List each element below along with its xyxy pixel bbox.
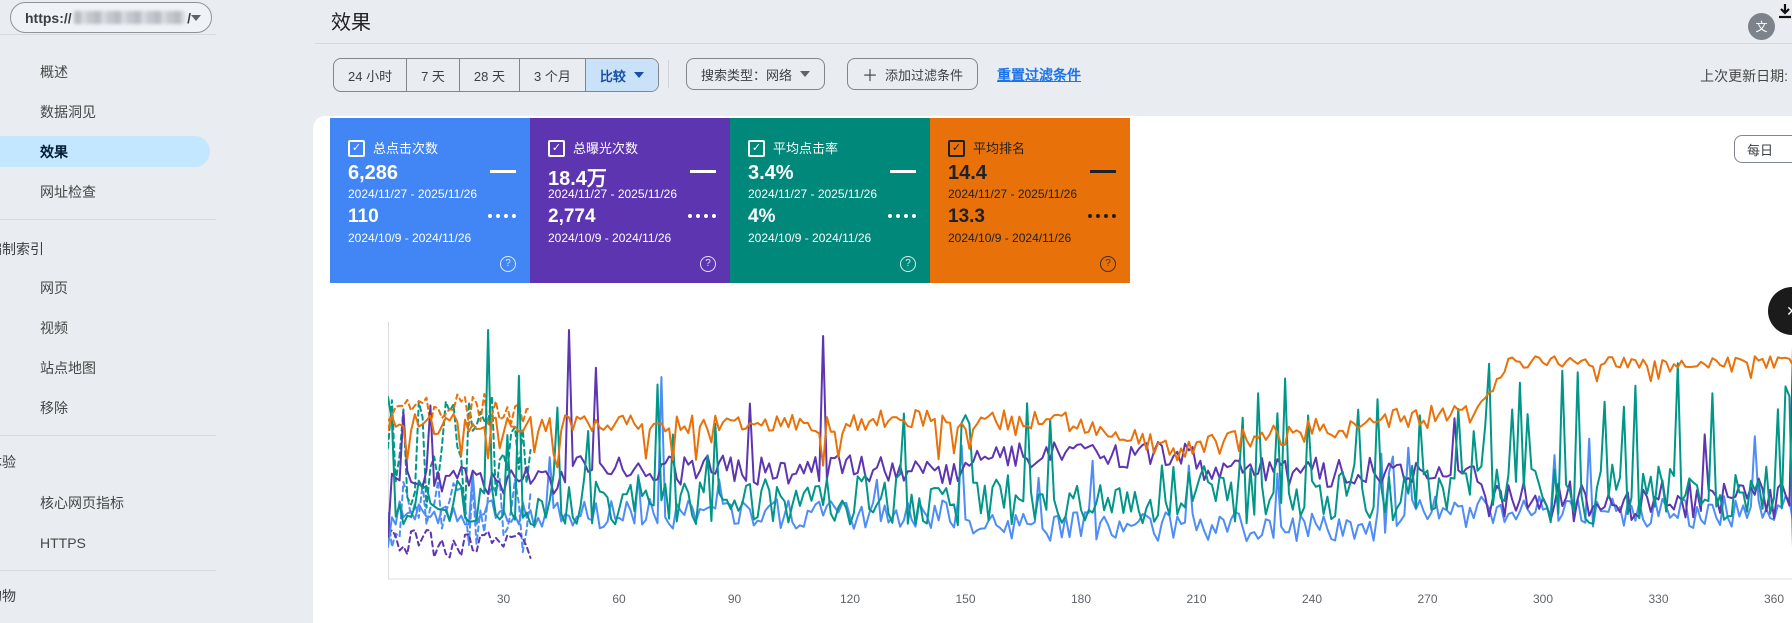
card-period-previous: 2024/10/9 - 2024/11/26: [548, 231, 671, 245]
card-period-previous: 2024/10/9 - 2024/11/26: [748, 231, 871, 245]
chevron-down-icon: [800, 71, 810, 77]
property-url-prefix: https://: [25, 10, 72, 26]
date-range-group: 24 小时 7 天 28 天 3 个月 比较: [333, 58, 659, 92]
chevron-down-icon: [191, 15, 201, 21]
card-value-current: 3.4%: [748, 162, 794, 185]
sidebar-divider: [0, 570, 216, 571]
checkbox-checked-icon[interactable]: ✓: [948, 140, 965, 157]
range-7d-button[interactable]: 7 天: [406, 59, 459, 91]
dotted-line-legend-icon: [888, 214, 916, 218]
header-divider: [315, 43, 1792, 44]
chevron-down-icon: [634, 72, 644, 78]
card-value-previous: 110: [348, 206, 379, 228]
x-axis-tick-label: 30: [497, 592, 510, 606]
range-28d-button[interactable]: 28 天: [459, 59, 519, 91]
card-value-previous: 4%: [748, 206, 775, 228]
sidebar-item-pages[interactable]: 网页: [40, 278, 68, 298]
checkbox-checked-icon[interactable]: ✓: [748, 140, 765, 157]
solid-line-legend-icon: [490, 170, 516, 173]
card-label: 总点击次数: [373, 140, 438, 157]
sidebar-item-url-inspection[interactable]: 网址检查: [40, 182, 96, 202]
x-axis-tick-label: 240: [1302, 592, 1322, 606]
sidebar-item-sitemaps[interactable]: 站点地图: [40, 358, 96, 378]
sidebar-section-shopping: 购物: [0, 586, 16, 606]
checkbox-checked-icon[interactable]: ✓: [548, 140, 565, 157]
x-axis-tick-label: 120: [840, 592, 860, 606]
sidebar-item-performance[interactable]: 效果: [40, 142, 68, 162]
translate-icon[interactable]: 文: [1748, 13, 1775, 40]
range-24h-button[interactable]: 24 小时: [334, 59, 406, 91]
x-axis-tick-label: 300: [1533, 592, 1553, 606]
x-axis-tick-label: 60: [612, 592, 625, 606]
checkbox-checked-icon[interactable]: ✓: [348, 140, 365, 157]
x-axis-tick-label: 150: [955, 592, 975, 606]
property-url-redacted: [74, 11, 185, 24]
card-value-previous: 13.3: [948, 206, 985, 228]
help-icon[interactable]: ?: [700, 256, 716, 272]
dotted-line-legend-icon: [488, 214, 516, 218]
sidebar-section-indexing: 编制索引: [0, 239, 44, 259]
card-average-ctr[interactable]: ✓ 平均点击率 3.4% 2024/11/27 - 2025/11/26 4% …: [730, 118, 930, 283]
granularity-daily-button[interactable]: 每日: [1734, 135, 1792, 163]
property-selector[interactable]: https:///: [10, 2, 212, 33]
dotted-line-legend-icon: [1088, 214, 1116, 218]
plus-icon: ＋: [862, 62, 878, 86]
card-average-position[interactable]: ✓ 平均排名 14.4 2024/11/27 - 2025/11/26 13.3…: [930, 118, 1130, 283]
x-axis-tick-label: 180: [1071, 592, 1091, 606]
sidebar-item-overview[interactable]: 概述: [40, 62, 68, 82]
search-type-button[interactable]: 搜索类型：网络: [686, 58, 825, 90]
sidebar-divider: [0, 34, 216, 35]
range-3m-button[interactable]: 3 个月: [519, 59, 585, 91]
sidebar-item-removals[interactable]: 移除: [40, 398, 68, 418]
card-period-current: 2024/11/27 - 2025/11/26: [948, 187, 1077, 201]
sidebar-item-insights[interactable]: 数据洞见: [40, 102, 96, 122]
card-total-clicks[interactable]: ✓ 总点击次数 6,286 2024/11/27 - 2025/11/26 11…: [330, 118, 530, 283]
card-label: 平均点击率: [773, 140, 838, 157]
help-icon[interactable]: ?: [500, 256, 516, 272]
x-axis-tick-labels: 30 60 90 120 150 180 210 240 270 300 330 360: [388, 592, 1792, 610]
performance-chart: [388, 322, 1792, 583]
card-period-previous: 2024/10/9 - 2024/11/26: [948, 231, 1071, 245]
sidebar-divider: [0, 435, 216, 436]
card-period-current: 2024/11/27 - 2025/11/26: [748, 187, 877, 201]
page-title: 效果: [331, 6, 371, 35]
card-label: 总曝光次数: [573, 140, 638, 157]
compare-button[interactable]: 比较: [585, 59, 658, 91]
sidebar-divider: [0, 219, 216, 220]
gsc-performance-page: { "page_bg": "#e9edf2", "accent_blue": "…: [0, 0, 1792, 623]
card-value-current: 14.4: [948, 162, 987, 185]
x-axis-tick-label: 90: [728, 592, 741, 606]
solid-line-legend-icon: [690, 170, 716, 173]
x-axis-tick-label: 210: [1186, 592, 1206, 606]
dotted-line-legend-icon: [688, 214, 716, 218]
x-axis-tick-label: 330: [1648, 592, 1668, 606]
download-icon[interactable]: [1777, 3, 1792, 24]
add-filter-button[interactable]: ＋ 添加过滤条件: [847, 58, 978, 90]
card-value-current: 6,286: [348, 162, 398, 185]
x-axis-tick-label: 360: [1764, 592, 1784, 606]
solid-line-legend-icon: [890, 170, 916, 173]
help-icon[interactable]: ?: [900, 256, 916, 272]
x-axis-tick-label: 270: [1417, 592, 1437, 606]
sidebar-section-experience: 体验: [0, 452, 16, 472]
sidebar-item-videos[interactable]: 视频: [40, 318, 68, 338]
sidebar-item-core-web-vitals[interactable]: 核心网页指标: [40, 493, 124, 513]
card-period-current: 2024/11/27 - 2025/11/26: [548, 187, 677, 201]
card-label: 平均排名: [973, 140, 1025, 157]
last-update-label: 上次更新日期:: [1700, 66, 1788, 86]
solid-line-legend-icon: [1090, 170, 1116, 173]
card-period-previous: 2024/10/9 - 2024/11/26: [348, 231, 471, 245]
sidebar-active-pill: [0, 136, 210, 167]
card-total-impressions[interactable]: ✓ 总曝光次数 18.4万 2024/11/27 - 2025/11/26 2,…: [530, 118, 730, 283]
reset-filters-link[interactable]: 重置过滤条件: [997, 65, 1081, 85]
sidebar-item-https[interactable]: HTTPS: [40, 533, 86, 553]
card-value-previous: 2,774: [548, 206, 596, 228]
help-icon[interactable]: ?: [1100, 256, 1116, 272]
toolbar-separator: [668, 60, 669, 88]
card-period-current: 2024/11/27 - 2025/11/26: [348, 187, 477, 201]
